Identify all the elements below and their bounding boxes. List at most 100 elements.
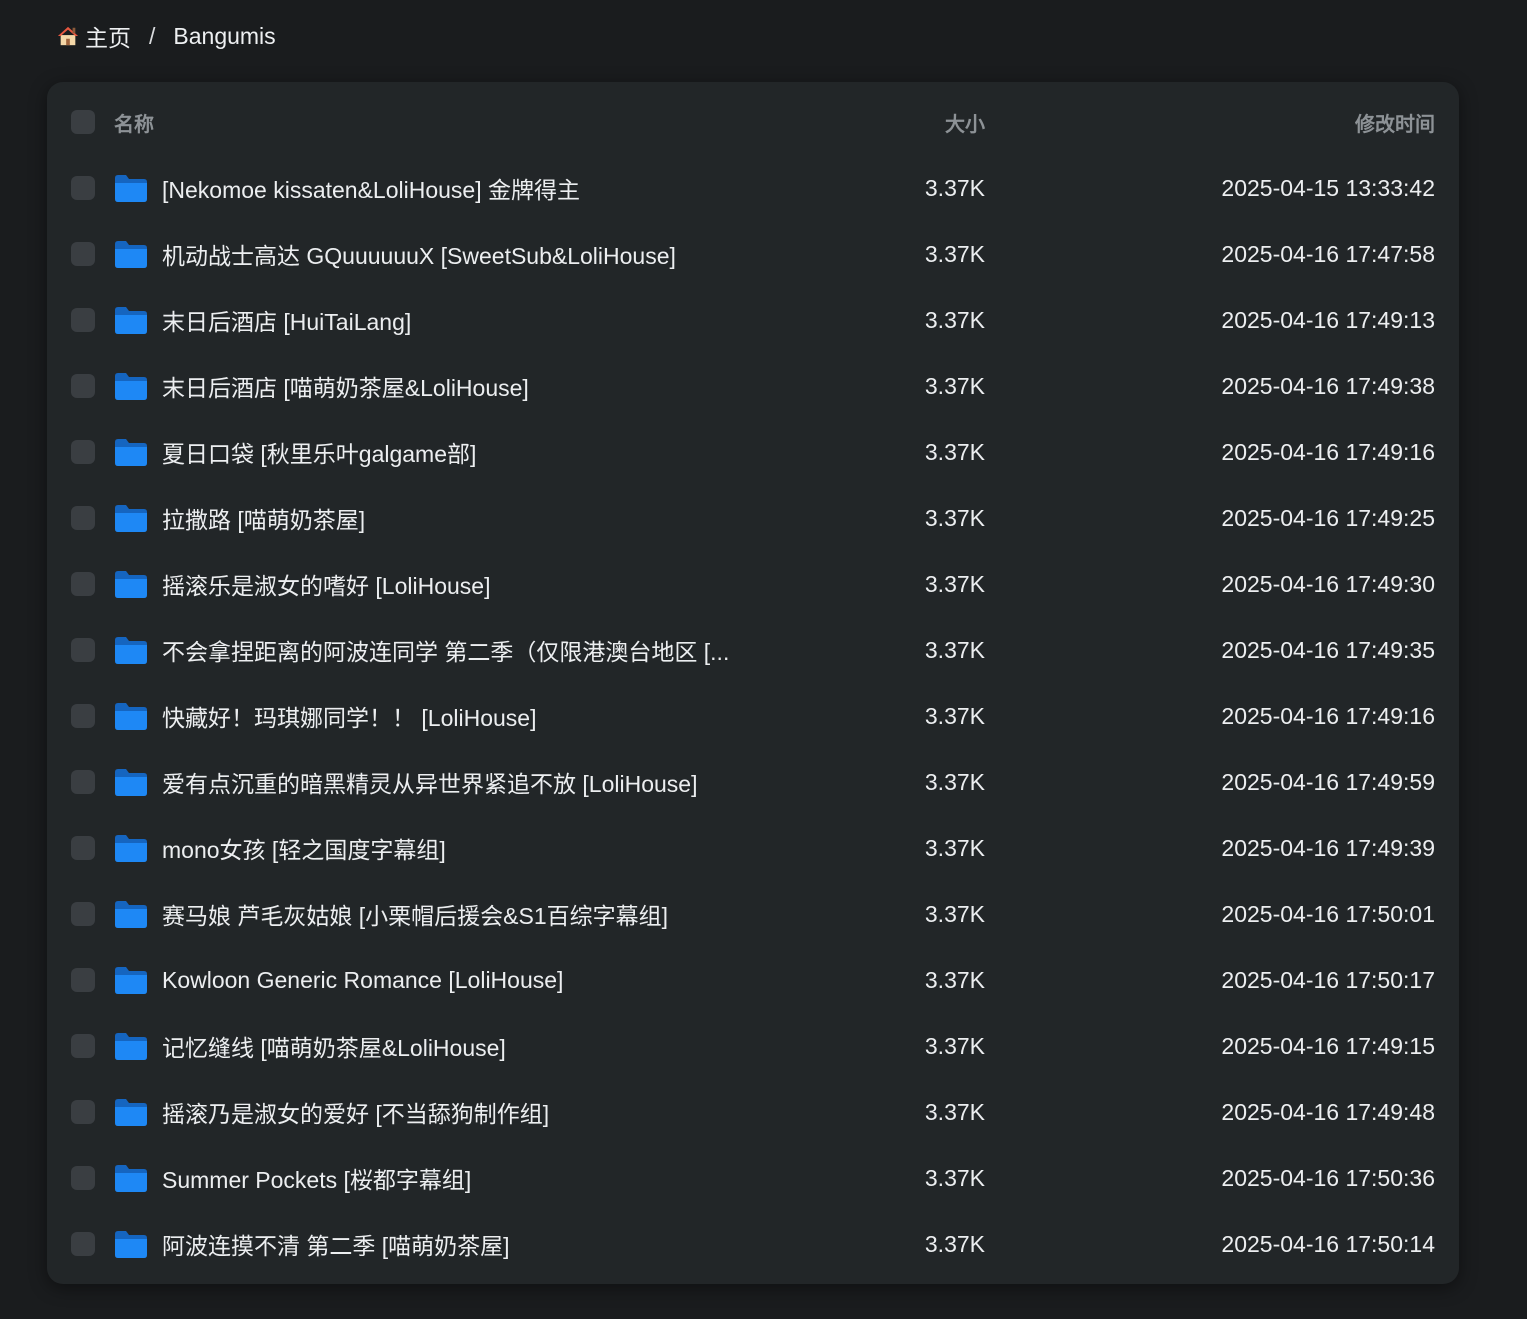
row-name-link[interactable]: Summer Pockets [桜都字幕组] — [162, 1161, 471, 1195]
row-size: 3.37K — [924, 768, 985, 795]
row-name-link[interactable]: 爱有点沉重的暗黑精灵从异世界紧追不放 [LoliHouse] — [162, 765, 697, 799]
folder-icon — [113, 173, 149, 203]
row-size: 3.37K — [924, 1032, 985, 1059]
row-name-link[interactable]: 末日后酒店 [喵萌奶茶屋&LoliHouse] — [162, 369, 529, 403]
row-modified-time: 2025-04-16 17:49:30 — [1221, 570, 1435, 597]
row-name-link[interactable]: 夏日口袋 [秋里乐叶galgame部] — [162, 435, 476, 469]
folder-icon — [113, 503, 149, 533]
row-size: 3.37K — [924, 1164, 985, 1191]
column-header-modified[interactable]: 修改时间 — [1355, 108, 1435, 137]
breadcrumb-current[interactable]: Bangumis — [173, 23, 275, 50]
row-checkbox[interactable] — [71, 1166, 95, 1190]
breadcrumb-separator: / — [149, 22, 156, 49]
folder-icon — [113, 305, 149, 335]
table-row[interactable]: 末日后酒店 [HuiTaiLang] 3.37K 2025-04-16 17:49:… — [47, 287, 1459, 353]
row-name-link[interactable]: 摇滚乐是淑女的嗜好 [LoliHouse] — [162, 567, 490, 601]
table-row[interactable]: 记忆缝线 [喵萌奶茶屋&LoliHouse] 3.37K 2025-04-16 17… — [47, 1013, 1459, 1079]
row-name-link[interactable]: 末日后酒店 [HuiTaiLang] — [162, 303, 411, 337]
row-modified-time: 2025-04-16 17:49:16 — [1221, 702, 1435, 729]
table-row[interactable]: Summer Pockets [桜都字幕组] 3.37K 2025-04-16 17… — [47, 1145, 1459, 1211]
row-size: 3.37K — [924, 1230, 985, 1257]
table-row[interactable]: 夏日口袋 [秋里乐叶galgame部] 3.37K 2025-04-16 17:49… — [47, 419, 1459, 485]
row-name-link[interactable]: 摇滚乃是淑女的爱好 [不当舔狗制作组] — [162, 1095, 549, 1129]
table-row[interactable]: 摇滚乐是淑女的嗜好 [LoliHouse] 3.37K 2025-04-16 17:… — [47, 551, 1459, 617]
table-row[interactable]: Kowloon Generic Romance [LoliHouse] 3.37K… — [47, 947, 1459, 1013]
breadcrumb: 主页 / Bangumis — [57, 18, 276, 54]
row-checkbox[interactable] — [71, 308, 95, 332]
row-checkbox[interactable] — [71, 242, 95, 266]
table-row[interactable]: 机动战士高达 GQuuuuuuX [SweetSub&LoliHouse] 3.3… — [47, 221, 1459, 287]
table-row[interactable]: 拉撒路 [喵萌奶茶屋] 3.37K 2025-04-16 17:49:25 — [47, 485, 1459, 551]
row-size: 3.37K — [924, 636, 985, 663]
row-modified-time: 2025-04-16 17:49:59 — [1221, 768, 1435, 795]
row-size: 3.37K — [924, 834, 985, 861]
table-row[interactable]: 赛马娘 芦毛灰姑娘 [小栗帽后援会&S1百综字幕组] 3.37K 2025-04-1… — [47, 881, 1459, 947]
row-checkbox[interactable] — [71, 902, 95, 926]
table-header: 名称 大小 修改时间 — [47, 89, 1459, 155]
folder-icon — [113, 239, 149, 269]
folder-icon — [113, 965, 149, 995]
folder-icon — [113, 1031, 149, 1061]
folder-icon — [113, 371, 149, 401]
row-size: 3.37K — [924, 900, 985, 927]
row-checkbox[interactable] — [71, 572, 95, 596]
row-name-link[interactable]: 记忆缝线 [喵萌奶茶屋&LoliHouse] — [162, 1029, 506, 1063]
row-checkbox[interactable] — [71, 704, 95, 728]
table-row[interactable]: 末日后酒店 [喵萌奶茶屋&LoliHouse] 3.37K 2025-04-16 1… — [47, 353, 1459, 419]
row-modified-time: 2025-04-16 17:50:36 — [1221, 1164, 1435, 1191]
row-modified-time: 2025-04-16 17:49:38 — [1221, 372, 1435, 399]
row-checkbox[interactable] — [71, 770, 95, 794]
row-name-link[interactable]: mono女孩 [轻之国度字幕组] — [162, 831, 446, 865]
folder-icon — [113, 833, 149, 863]
row-checkbox[interactable] — [71, 176, 95, 200]
column-header-name[interactable]: 名称 — [114, 108, 154, 137]
row-checkbox[interactable] — [71, 1100, 95, 1124]
folder-icon — [113, 1229, 149, 1259]
row-name-link[interactable]: [Nekomoe kissaten&LoliHouse] 金牌得主 — [162, 171, 580, 205]
row-modified-time: 2025-04-16 17:49:48 — [1221, 1098, 1435, 1125]
row-name-link[interactable]: 赛马娘 芦毛灰姑娘 [小栗帽后援会&S1百综字幕组] — [162, 897, 668, 931]
row-modified-time: 2025-04-16 17:49:15 — [1221, 1032, 1435, 1059]
row-modified-time: 2025-04-16 17:49:35 — [1221, 636, 1435, 663]
row-checkbox[interactable] — [71, 1232, 95, 1256]
row-name-link[interactable]: 机动战士高达 GQuuuuuuX [SweetSub&LoliHouse] — [162, 237, 676, 271]
table-row[interactable]: 摇滚乃是淑女的爱好 [不当舔狗制作组] 3.37K 2025-04-16 17:49… — [47, 1079, 1459, 1145]
row-checkbox[interactable] — [71, 836, 95, 860]
row-checkbox[interactable] — [71, 638, 95, 662]
row-name-link[interactable]: Kowloon Generic Romance [LoliHouse] — [162, 967, 563, 994]
house-icon — [57, 26, 79, 46]
table-row[interactable]: 不会拿捏距离的阿波连同学 第二季（仅限港澳台地区 [... 3.37K 2025-0… — [47, 617, 1459, 683]
table-row[interactable]: 快藏好！玛琪娜同学！！ [LoliHouse] 3.37K 2025-04-16 1… — [47, 683, 1459, 749]
row-checkbox[interactable] — [71, 440, 95, 464]
folder-icon — [113, 635, 149, 665]
row-checkbox[interactable] — [71, 506, 95, 530]
row-modified-time: 2025-04-16 17:49:13 — [1221, 306, 1435, 333]
row-name-link[interactable]: 拉撒路 [喵萌奶茶屋] — [162, 501, 365, 535]
row-size: 3.37K — [924, 570, 985, 597]
select-all-checkbox[interactable] — [71, 110, 95, 134]
folder-icon — [113, 767, 149, 797]
row-modified-time: 2025-04-16 17:49:25 — [1221, 504, 1435, 531]
column-header-size[interactable]: 大小 — [945, 108, 985, 137]
row-checkbox[interactable] — [71, 968, 95, 992]
folder-icon — [113, 899, 149, 929]
folder-icon — [113, 1163, 149, 1193]
row-size: 3.37K — [924, 504, 985, 531]
table-row[interactable]: [Nekomoe kissaten&LoliHouse] 金牌得主 3.37K 20… — [47, 155, 1459, 221]
row-size: 3.37K — [924, 1098, 985, 1125]
row-checkbox[interactable] — [71, 374, 95, 398]
row-checkbox[interactable] — [71, 1034, 95, 1058]
folder-icon — [113, 569, 149, 599]
row-modified-time: 2025-04-15 13:33:42 — [1221, 174, 1435, 201]
table-row[interactable]: 爱有点沉重的暗黑精灵从异世界紧追不放 [LoliHouse] 3.37K 2025-… — [47, 749, 1459, 815]
row-size: 3.37K — [924, 240, 985, 267]
row-modified-time: 2025-04-16 17:49:16 — [1221, 438, 1435, 465]
row-name-link[interactable]: 不会拿捏距离的阿波连同学 第二季（仅限港澳台地区 [... — [162, 633, 729, 667]
row-size: 3.37K — [924, 438, 985, 465]
table-row[interactable]: 阿波连摸不清 第二季 [喵萌奶茶屋] 3.37K 2025-04-16 17:50:… — [47, 1211, 1459, 1277]
row-size: 3.37K — [924, 702, 985, 729]
table-row[interactable]: mono女孩 [轻之国度字幕组] 3.37K 2025-04-16 17:49:39 — [47, 815, 1459, 881]
row-name-link[interactable]: 阿波连摸不清 第二季 [喵萌奶茶屋] — [162, 1227, 510, 1261]
breadcrumb-home-link[interactable]: 主页 — [85, 19, 131, 53]
row-name-link[interactable]: 快藏好！玛琪娜同学！！ [LoliHouse] — [162, 699, 536, 733]
